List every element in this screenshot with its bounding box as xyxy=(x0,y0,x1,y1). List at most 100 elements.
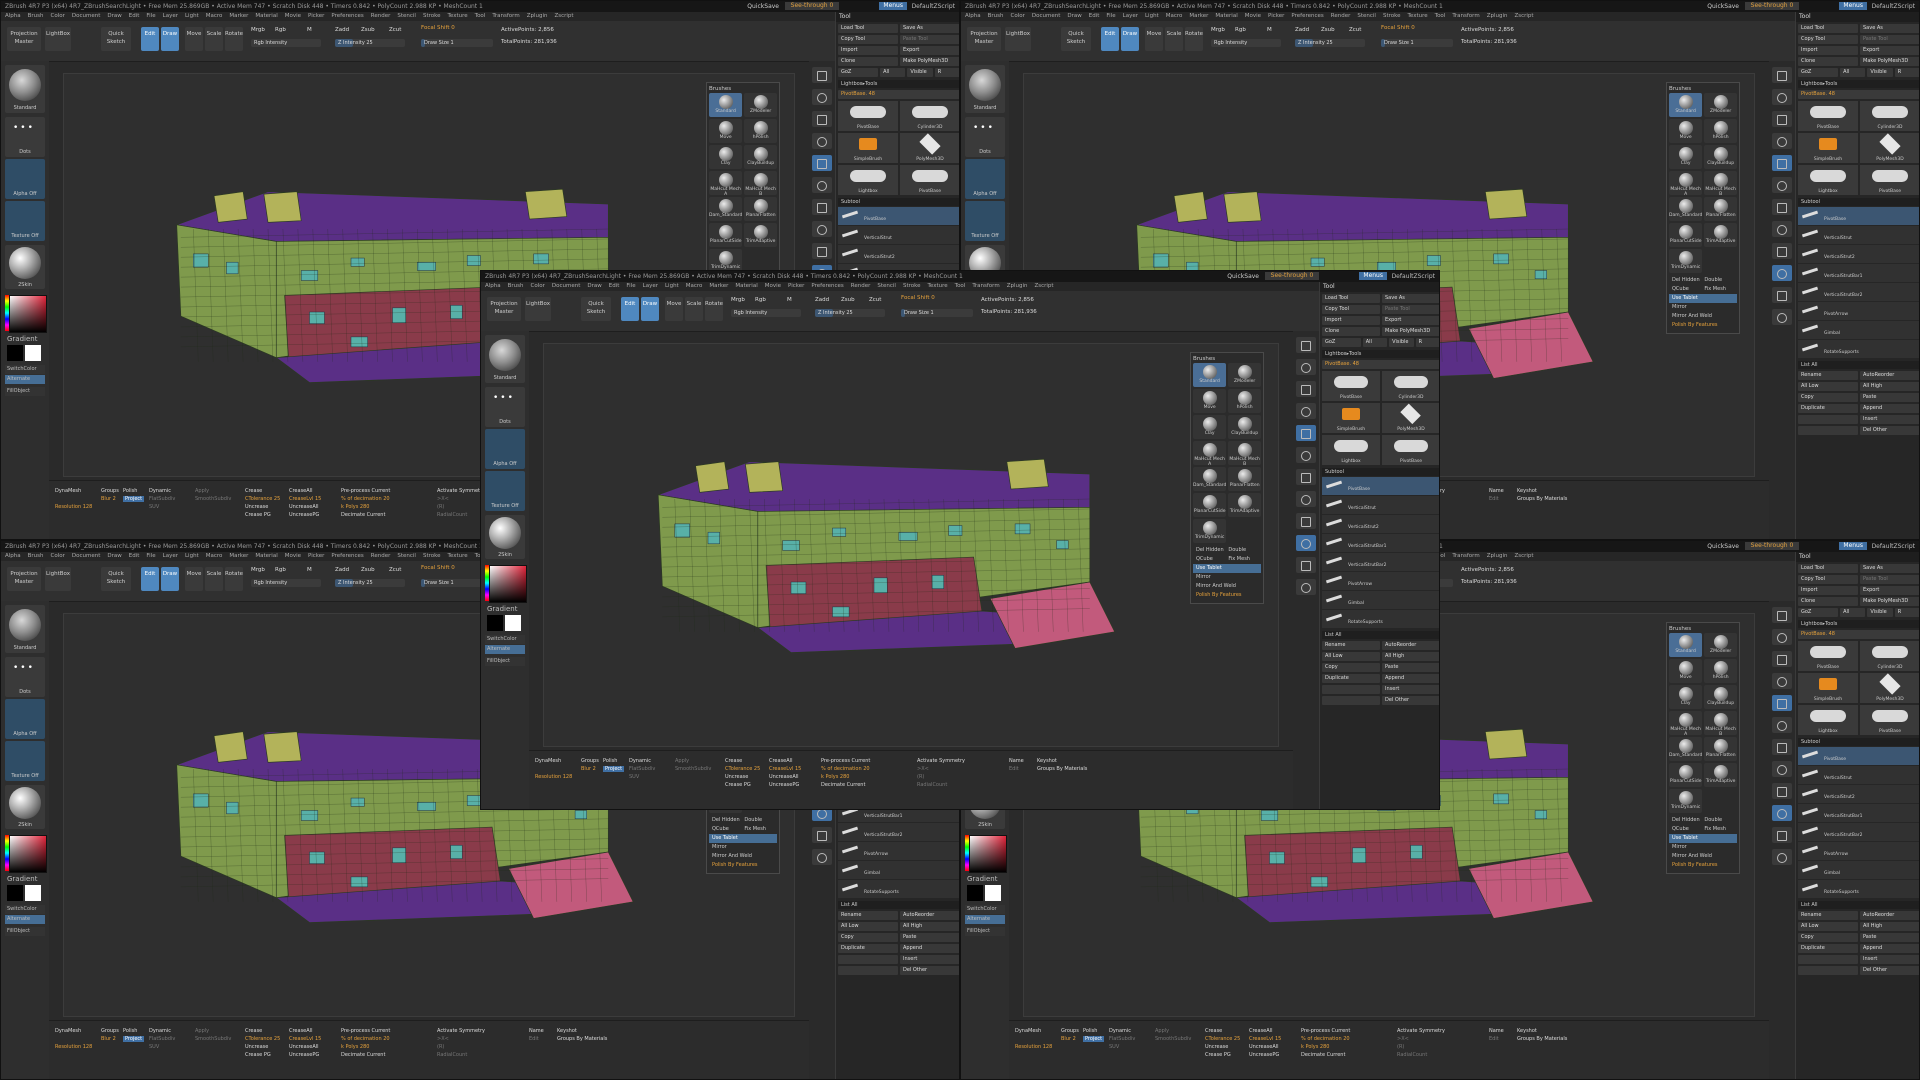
geometry-option[interactable]: Polish By Features xyxy=(1669,861,1737,870)
z-intensity-slider[interactable]: Z Intensity 25 xyxy=(815,309,885,317)
activate-symmetry-control[interactable]: Activate Symmetry xyxy=(437,1028,485,1034)
tool-clone-button[interactable]: Clone xyxy=(1798,57,1858,66)
geometry-option[interactable]: Mirror And Weld xyxy=(1193,582,1261,591)
subtool-item[interactable]: VerticalStrutBar1 xyxy=(1798,804,1919,822)
menu-render[interactable]: Render xyxy=(851,283,871,289)
groups-by-materials-control[interactable]: Groups By Materials xyxy=(1037,766,1087,772)
tool-thumb-polymesh3d[interactable]: PolyMesh3D xyxy=(1382,403,1439,433)
crease-tolerance-control[interactable]: CTolerance 25 xyxy=(245,1036,280,1042)
persp-icon[interactable] xyxy=(1296,381,1316,397)
local-icon[interactable] xyxy=(812,155,832,171)
canvas-viewport[interactable]: Brushes Standard ZModeler Move hPolish Clay Cl… xyxy=(543,343,1279,747)
groups-control[interactable]: Groups xyxy=(101,488,119,494)
groups-control[interactable]: Groups xyxy=(101,1028,119,1034)
floor-icon[interactable] xyxy=(1772,673,1792,689)
rgb-intensity-slider[interactable]: Rgb Intensity xyxy=(251,39,321,47)
crease-tolerance-control[interactable]: CTolerance 25 xyxy=(1205,1036,1240,1042)
subtool-item[interactable]: VerticalStrut xyxy=(1798,766,1919,784)
focal-shift[interactable]: Focal Shift 0 xyxy=(421,25,455,31)
draw-button[interactable]: Draw xyxy=(161,27,179,51)
tool-action-button[interactable]: Duplicate xyxy=(838,944,898,953)
subtool-item[interactable]: RotateSupports xyxy=(1322,610,1439,628)
kpolys-control[interactable]: k Polys 280 xyxy=(341,504,369,510)
tool-visible-button[interactable]: Visible xyxy=(1389,338,1414,347)
stroke-slot[interactable]: Dots ••• xyxy=(965,117,1005,157)
brush-dam-standard[interactable]: Dam_Standard xyxy=(709,197,743,221)
quicksave-button[interactable]: QuickSave xyxy=(747,1,779,12)
uncrease-all-control[interactable]: UncreaseAll xyxy=(1249,1044,1279,1050)
menu-document[interactable]: Document xyxy=(1032,13,1061,19)
tool-export-button[interactable]: Export xyxy=(1382,316,1439,325)
texture-slot[interactable]: Texture Off xyxy=(5,201,45,241)
menu-file[interactable]: File xyxy=(626,283,635,289)
brush-mahcut-mech-a[interactable]: MaHcut Mech A xyxy=(709,171,743,197)
persp-icon[interactable] xyxy=(1772,651,1792,667)
menu-material[interactable]: Material xyxy=(735,283,757,289)
mrgb[interactable]: Mrgb xyxy=(731,297,745,303)
menu-movie[interactable]: Movie xyxy=(285,13,301,19)
rotate-button[interactable]: Rotate xyxy=(225,27,243,51)
edit-control[interactable]: Edit xyxy=(1489,496,1499,502)
transp-icon[interactable] xyxy=(1772,827,1792,843)
blur-control[interactable]: Blur 2 xyxy=(101,1036,116,1042)
z-intensity-slider[interactable]: Z Intensity 25 xyxy=(1295,39,1365,47)
brush-mahcut-mech-a[interactable]: MaHcut Mech A xyxy=(1669,711,1703,737)
geometry-option[interactable]: QCube Fix Mesh xyxy=(1669,285,1737,294)
name-control[interactable]: Name xyxy=(529,1028,544,1034)
scale-button[interactable]: Scale xyxy=(1165,27,1183,51)
tool-action-button[interactable]: Paste xyxy=(1382,663,1439,672)
lightbox-tools-button[interactable]: Lightbox▸Tools xyxy=(1798,80,1919,88)
brush-trimdynamic[interactable]: TrimDynamic xyxy=(1669,249,1703,273)
groups-by-materials-control[interactable]: Groups By Materials xyxy=(557,1036,607,1042)
geometry-option[interactable]: Del Hidden Double xyxy=(1669,276,1737,285)
tool-all-button[interactable]: All xyxy=(880,68,906,77)
menu-texture[interactable]: Texture xyxy=(448,13,468,19)
current-tool-slider[interactable]: PivotBase. 48 xyxy=(1798,90,1919,99)
geometry-option[interactable]: Mirror xyxy=(709,843,777,852)
menu-alpha[interactable]: Alpha xyxy=(5,553,21,559)
menu-stroke[interactable]: Stroke xyxy=(423,13,441,19)
dynamic-control[interactable]: Dynamic xyxy=(149,1028,171,1034)
project-control[interactable]: Project xyxy=(123,1036,145,1042)
tool-goz-button[interactable]: GoZ xyxy=(838,68,879,77)
dynamesh-control[interactable]: DynaMesh xyxy=(1015,1028,1041,1034)
alternate-button[interactable]: Alternate xyxy=(965,915,1005,924)
menu-alpha[interactable]: Alpha xyxy=(485,283,501,289)
tool-action-button[interactable] xyxy=(1798,966,1858,975)
draw-size-slider[interactable]: Draw Size 1 xyxy=(1381,39,1453,47)
tool-action-button[interactable]: Rename xyxy=(838,911,898,920)
tool-all-button[interactable]: All xyxy=(1840,68,1866,77)
uncrease-all-control[interactable]: UncreaseAll xyxy=(289,504,319,510)
menu-movie[interactable]: Movie xyxy=(1245,13,1261,19)
alternate-button[interactable]: Alternate xyxy=(485,645,525,654)
default-zscript[interactable]: DefaultZScript xyxy=(1392,271,1435,282)
subtool-item[interactable]: Gimbal xyxy=(1798,861,1919,879)
tool-thumb-lightbox[interactable]: Lightbox xyxy=(1322,435,1380,465)
menu-document[interactable]: Document xyxy=(72,13,101,19)
polish-control[interactable]: Polish xyxy=(1083,1028,1097,1034)
projection-master-button[interactable]: Projection Master xyxy=(7,27,41,51)
menu-zscript[interactable]: Zscript xyxy=(1034,283,1053,289)
xyz-icon[interactable] xyxy=(1296,447,1316,463)
zadd[interactable]: Zadd xyxy=(1295,27,1309,33)
preprocess-control[interactable]: Pre-process Current xyxy=(341,1028,390,1034)
radial-count-control[interactable]: RadialCount xyxy=(1397,1052,1427,1058)
menu-edit[interactable]: Edit xyxy=(129,13,140,19)
project-control[interactable]: Project xyxy=(1083,1036,1105,1042)
menu-stroke[interactable]: Stroke xyxy=(423,553,441,559)
tool-action-button[interactable]: Duplicate xyxy=(1322,674,1380,683)
tool-clone-button[interactable]: Clone xyxy=(1322,327,1380,336)
rgb-intensity-slider[interactable]: Rgb Intensity xyxy=(731,309,801,317)
tool-action-button[interactable]: All Low xyxy=(1798,382,1858,391)
frame-icon[interactable] xyxy=(1772,739,1792,755)
crease-all-control[interactable]: CreaseAll xyxy=(289,488,312,494)
tool-thumb-polymesh3d[interactable]: PolyMesh3D xyxy=(900,133,959,163)
brush-dam-standard[interactable]: Dam_Standard xyxy=(1193,467,1227,491)
keyshot-control[interactable]: Keyshot xyxy=(557,1028,577,1034)
model-mesh[interactable] xyxy=(573,416,1175,665)
geometry-option[interactable]: Use Tablet xyxy=(709,834,777,843)
tool-thumb-polymesh3d[interactable]: PolyMesh3D xyxy=(1860,673,1919,703)
move-icon[interactable] xyxy=(1296,491,1316,507)
color-picker[interactable] xyxy=(969,835,1007,873)
rotate-icon[interactable] xyxy=(1296,535,1316,551)
